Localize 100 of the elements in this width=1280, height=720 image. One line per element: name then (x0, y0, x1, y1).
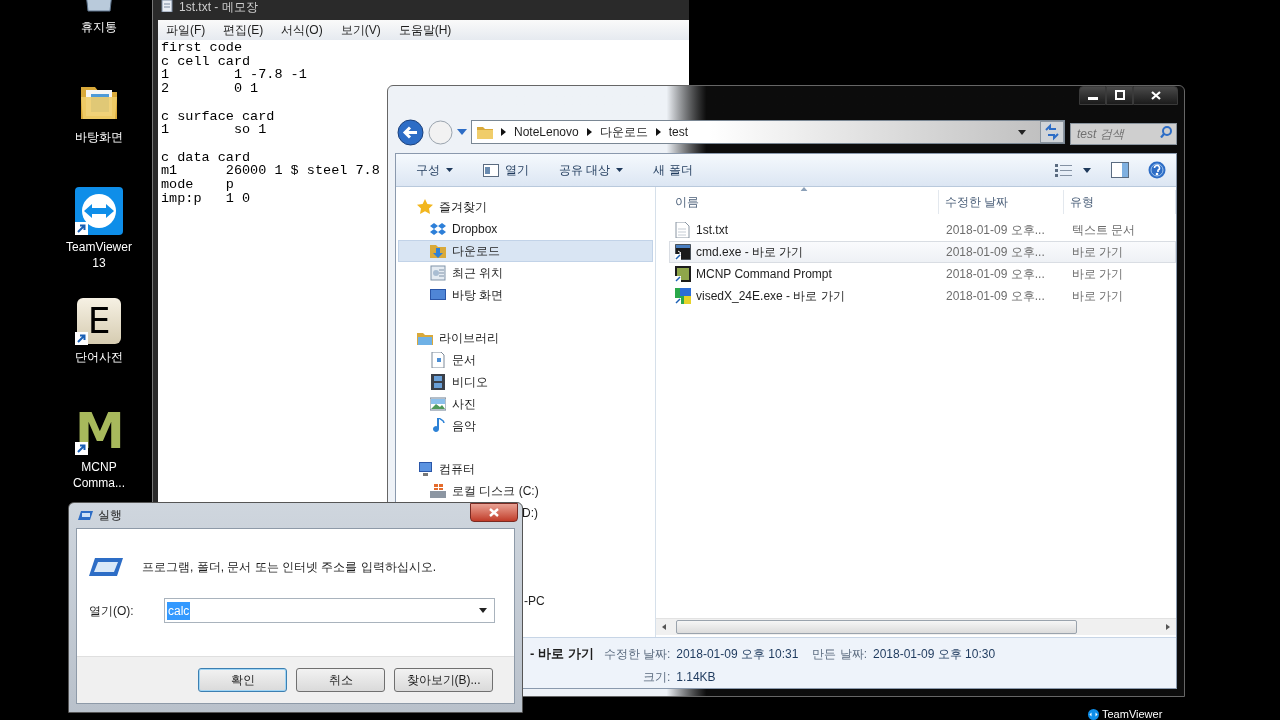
toolbar-button[interactable]: 구성 (408, 157, 461, 183)
nav-item[interactable]: 즐겨찾기 (398, 196, 653, 218)
double-arrow-icon (1088, 709, 1099, 720)
letter-m-icon[interactable]: M (75, 407, 123, 455)
toolbar-button[interactable]: 새 폴더 (645, 157, 701, 183)
drive-icon (430, 483, 446, 499)
nav-item[interactable]: 음악 (398, 415, 653, 437)
icon-label[interactable]: 단어사전 (61, 349, 137, 365)
library-folder-icon (417, 330, 433, 346)
close-button[interactable] (1133, 86, 1178, 105)
file-name: 1st.txt (696, 222, 728, 239)
boxes-icon (430, 221, 446, 237)
field-value: 1.14KB (676, 668, 717, 686)
folder-icon (477, 125, 493, 139)
icon-label[interactable]: MCNP Comma... (61, 459, 137, 491)
caret-icon (616, 168, 624, 172)
menu-item[interactable]: 편집(E) (221, 21, 266, 39)
menu-item[interactable]: 보기(V) (338, 21, 383, 39)
app-icon (675, 266, 691, 282)
nav-item[interactable]: 문서 (398, 349, 653, 371)
notepad-icon (161, 0, 173, 12)
preview-pane-icon[interactable] (1111, 162, 1129, 178)
menu-item[interactable]: 도움말(H) (396, 21, 454, 39)
search-field[interactable]: test 검색 (1070, 123, 1177, 145)
image-icon (430, 396, 446, 412)
text-file-icon (675, 222, 691, 238)
view-options-icon[interactable] (1055, 163, 1075, 177)
refresh-button[interactable] (1040, 121, 1064, 143)
star-icon (417, 199, 433, 215)
help-icon[interactable] (1148, 161, 1166, 179)
date-text: 2018-01-09 오후... (946, 223, 1045, 237)
field-value: 2018-01-09 오후 10:30 (873, 646, 996, 663)
dropdown-caret-icon (479, 608, 487, 613)
sort-arrow-icon (800, 187, 807, 191)
colorful-app-icon (675, 288, 691, 304)
dialog-button[interactable]: 찾아보기(B)... (394, 668, 493, 692)
nav-item[interactable]: Dropbox (398, 218, 653, 240)
window-title: 1st.txt - 메모장 (179, 0, 258, 14)
menu-item[interactable]: 파일(F) (164, 21, 208, 39)
nav-item[interactable]: 컴퓨터 (398, 458, 653, 480)
column-header[interactable]: 이름 (669, 190, 939, 214)
nav-item[interactable]: 사진 (398, 393, 653, 415)
watermark-label: TeamViewer (1102, 709, 1163, 720)
dialog-button[interactable]: 취소 (296, 668, 385, 692)
file-row[interactable]: MCNP Command Prompt 2018-01-09 오후... 바로 가기 (669, 263, 1176, 285)
dropdown-caret-icon[interactable] (1018, 129, 1026, 135)
recent-places-icon (430, 265, 446, 281)
nav-item[interactable]: 비디오 (398, 371, 653, 393)
letter-tile-icon[interactable]: E (77, 298, 121, 344)
type-text: 바로 가기 (1072, 245, 1124, 259)
computer-icon (417, 461, 433, 477)
horizontal-scrollbar[interactable] (656, 618, 1176, 635)
file-row[interactable]: cmd.exe - 바로 가기 2018-01-09 오후... 바로 가기 (669, 241, 1176, 263)
nav-item[interactable]: 로컬 디스크 (C:) (398, 480, 653, 502)
run-icon (89, 556, 123, 578)
breadcrumb[interactable]: 다운로드 (599, 123, 648, 141)
type-text: 텍스트 문서 (1072, 223, 1136, 237)
toolbar-button[interactable]: 공유 대상 (551, 157, 632, 183)
window-icon (483, 163, 499, 177)
file-row[interactable]: 1st.txt 2018-01-09 오후... 텍스트 문서 (669, 219, 1176, 241)
breadcrumb[interactable]: test (668, 123, 689, 141)
type-text: 바로 가기 (1072, 289, 1124, 303)
nav-item[interactable]: 바탕 화면 (398, 284, 653, 306)
nav-item[interactable]: 다운로드 (398, 240, 653, 262)
date-text: 2018-01-09 오후... (946, 245, 1045, 259)
file-row[interactable]: visedX_24E.exe - 바로 가기 2018-01-09 오후... 바로 가기 (669, 285, 1176, 307)
minimize-button[interactable] (1079, 86, 1106, 105)
nav-item[interactable]: 최근 위치 (398, 262, 653, 284)
minimize-icon (1087, 97, 1098, 100)
toolbar-button[interactable]: 열기 (475, 157, 537, 183)
column-header[interactable]: 유형 (1064, 190, 1176, 214)
document-icon (430, 352, 446, 368)
film-icon (430, 374, 446, 390)
history-caret-icon[interactable] (457, 129, 467, 135)
type-text: 바로 가기 (1072, 267, 1124, 281)
nav-item[interactable]: -PC (522, 590, 547, 612)
icon-label[interactable]: TeamViewer 13 (61, 239, 137, 271)
column-header[interactable]: 수정한 날짜 (939, 190, 1064, 214)
window-title: 실행 (98, 507, 122, 524)
dialog-button[interactable]: 확인 (198, 668, 287, 692)
nav-item[interactable]: D:) (520, 502, 540, 524)
maximize-button[interactable] (1106, 86, 1133, 105)
breadcrumb[interactable]: NoteLenovo (514, 123, 579, 141)
field-label: 열기(O): (89, 602, 135, 620)
caret-icon[interactable] (1083, 167, 1091, 173)
icon-label[interactable]: 바탕화면 (61, 129, 137, 145)
icon-label[interactable]: 휴지통 (61, 19, 137, 35)
caret-icon (446, 168, 453, 172)
file-name: MCNP Command Prompt (696, 266, 832, 283)
scrollbar-thumb[interactable] (676, 620, 1077, 634)
close-icon (1149, 90, 1162, 101)
back-button[interactable] (397, 118, 424, 146)
nav-item[interactable]: 라이브러리 (398, 327, 653, 349)
file-name: visedX_24E.exe - 바로 가기 (696, 288, 845, 305)
field-value: 2018-01-09 오후 10:31 (676, 646, 799, 663)
close-button[interactable] (470, 503, 518, 522)
chevron-right-icon (501, 128, 506, 136)
menu-item[interactable]: 서식(O) (279, 21, 325, 39)
address-bar[interactable]: NoteLenovo 다운로드 test (471, 120, 1065, 144)
prompt-text: 프로그램, 폴더, 문서 또는 인터넷 주소를 입력하십시오. (142, 559, 436, 576)
